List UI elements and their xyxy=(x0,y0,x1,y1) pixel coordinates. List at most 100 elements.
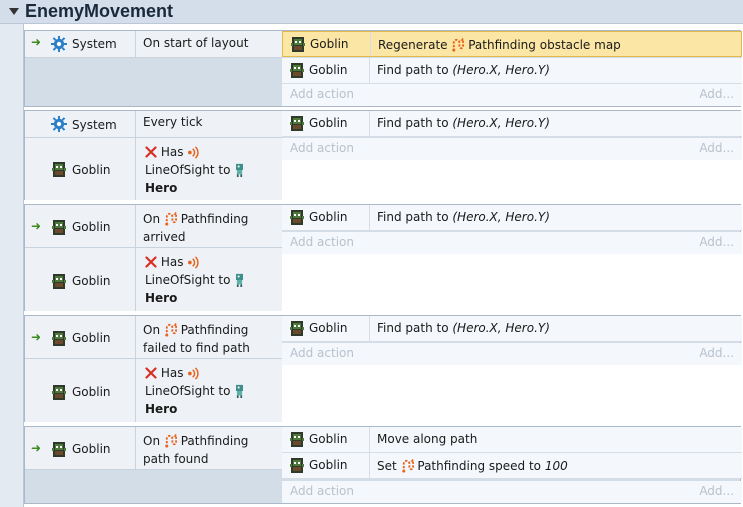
action-text[interactable]: Find path to (Hero.X, Hero.Y) xyxy=(377,116,550,130)
add-action-row[interactable]: Add action Add... xyxy=(282,232,742,254)
add-button[interactable]: Add... xyxy=(699,141,734,155)
add-action-link[interactable]: Add action xyxy=(290,484,354,498)
add-action-link[interactable]: Add action xyxy=(290,346,354,360)
pathfinding-behavior-icon xyxy=(451,37,464,52)
condition-object-cell[interactable]: ➜ Goblin xyxy=(25,427,136,469)
action-row[interactable]: Goblin Find path to (Hero.X, Hero.Y) xyxy=(282,316,742,342)
action-text[interactable]: Set Pathfinding speed to 100 xyxy=(377,458,568,473)
add-action-link[interactable]: Add action xyxy=(290,87,354,101)
condition-text[interactable]: Every tick xyxy=(143,111,278,137)
action-text[interactable]: Find path to (Hero.X, Hero.Y) xyxy=(377,321,550,335)
condition-object-name: Goblin xyxy=(72,442,111,456)
condition-row[interactable]: ➜ Goblin On Pathfinding failed to find p… xyxy=(25,316,282,359)
hero-sprite-icon xyxy=(234,163,245,177)
add-action-link[interactable]: Add action xyxy=(290,141,354,155)
condition-row[interactable]: Goblin Has LineOfSight to Hero xyxy=(25,359,282,422)
condition-text[interactable]: On Pathfinding failed to find path xyxy=(143,316,278,358)
action-object-cell[interactable]: Goblin xyxy=(282,58,370,83)
action-row[interactable]: Goblin Set Pathfinding speed to 100 xyxy=(282,453,742,479)
action-object-cell[interactable]: Goblin xyxy=(282,111,370,136)
goblin-sprite-icon xyxy=(52,385,66,400)
action-object-name: Goblin xyxy=(309,432,348,446)
action-object-cell[interactable]: Goblin xyxy=(282,205,370,230)
action-text[interactable]: Move along path xyxy=(377,432,477,446)
action-text[interactable]: Find path to (Hero.X, Hero.Y) xyxy=(377,63,550,77)
condition-row[interactable]: System Every tick xyxy=(25,111,282,138)
action-object-cell[interactable]: Goblin xyxy=(282,453,370,478)
condition-object-name: Goblin xyxy=(72,331,111,345)
condition-text[interactable]: On start of layout xyxy=(143,31,278,57)
goblin-sprite-icon xyxy=(291,37,305,52)
action-verb: Set xyxy=(377,459,397,473)
add-action-link[interactable]: Add action xyxy=(290,235,354,249)
event-block-3[interactable]: ➜ Goblin On Pathfinding arrived Goblin H… xyxy=(24,204,742,311)
add-button[interactable]: Add... xyxy=(699,484,734,498)
condition-row[interactable]: ➜ Goblin On Pathfinding arrived xyxy=(25,205,282,248)
event-group-header[interactable]: EnemyMovement xyxy=(0,0,743,24)
condition-object-name: Goblin xyxy=(72,220,111,234)
condition-object-cell[interactable]: System xyxy=(25,111,136,137)
action-row[interactable]: Goblin Regenerate Pathfinding obstacle m… xyxy=(282,31,742,57)
collapse-triangle-icon[interactable] xyxy=(9,8,19,15)
action-empty-area xyxy=(282,160,742,200)
add-button[interactable]: Add... xyxy=(699,87,734,101)
trigger-prefix: On xyxy=(143,212,161,226)
event-block-4[interactable]: ➜ Goblin On Pathfinding failed to find p… xyxy=(24,315,742,422)
add-action-row[interactable]: Add action Add... xyxy=(282,84,742,106)
x-icon xyxy=(145,146,157,158)
condition-behavior: LineOfSight to xyxy=(145,384,231,398)
condition-row[interactable]: ➜ Goblin On Pathfinding path found xyxy=(25,427,282,470)
condition-object-cell[interactable]: Goblin xyxy=(25,248,136,311)
condition-text[interactable]: On Pathfinding path found xyxy=(143,427,278,469)
action-object-cell[interactable]: Goblin xyxy=(282,316,370,341)
trigger-prefix: On xyxy=(143,323,161,337)
action-object-cell[interactable]: Goblin xyxy=(282,427,370,452)
condition-object-name: System xyxy=(72,118,117,132)
goblin-sprite-icon xyxy=(52,274,66,289)
event-block-2[interactable]: System Every tick Goblin Has LineOfSight… xyxy=(24,110,742,200)
condition-object-name: Goblin xyxy=(72,385,111,399)
trigger-suffix: failed to find path xyxy=(143,341,250,355)
action-param: (Hero.X, Hero.Y) xyxy=(452,116,550,130)
behavior-name: Pathfinding xyxy=(180,212,249,226)
action-row[interactable]: Goblin Move along path xyxy=(282,427,742,453)
add-action-row[interactable]: Add action Add... xyxy=(282,481,742,503)
condition-row[interactable]: ➜ System On start of layout xyxy=(25,31,282,58)
condition-param: Hero xyxy=(145,291,178,305)
event-block-1[interactable]: ➜ System On start of layout Goblin Regen… xyxy=(24,30,742,107)
event-block-5[interactable]: ➜ Goblin On Pathfinding path found Gobli… xyxy=(24,426,742,504)
add-button[interactable]: Add... xyxy=(699,346,734,360)
action-text[interactable]: Find path to (Hero.X, Hero.Y) xyxy=(377,210,550,224)
condition-param: Hero xyxy=(145,181,178,195)
trigger-arrow-icon: ➜ xyxy=(31,441,42,455)
action-object-cell[interactable]: Goblin xyxy=(283,32,371,56)
action-object-name: Goblin xyxy=(309,63,348,77)
action-text[interactable]: Regenerate Pathfinding obstacle map xyxy=(378,37,621,52)
goblin-sprite-icon xyxy=(290,63,304,78)
condition-object-cell[interactable]: ➜ System xyxy=(25,31,136,57)
action-object-name: Goblin xyxy=(309,210,348,224)
condition-object-cell[interactable]: ➜ Goblin xyxy=(25,205,136,247)
line-of-sight-icon xyxy=(187,256,202,269)
condition-verb: Has xyxy=(160,255,184,269)
condition-text[interactable]: Has LineOfSight to Hero xyxy=(145,248,278,311)
condition-text[interactable]: Has LineOfSight to Hero xyxy=(145,359,278,422)
action-param: (Hero.X, Hero.Y) xyxy=(452,63,550,77)
condition-row[interactable]: Goblin Has LineOfSight to Hero xyxy=(25,248,282,311)
condition-row[interactable]: Goblin Has LineOfSight to Hero xyxy=(25,138,282,200)
action-suffix: obstacle map xyxy=(539,38,621,52)
condition-text[interactable]: Has LineOfSight to Hero xyxy=(145,138,278,200)
condition-object-cell[interactable]: Goblin xyxy=(25,359,136,422)
condition-text[interactable]: On Pathfinding arrived xyxy=(143,205,278,247)
pathfinding-behavior-icon xyxy=(164,433,177,448)
add-action-row[interactable]: Add action Add... xyxy=(282,138,742,160)
condition-object-cell[interactable]: ➜ Goblin xyxy=(25,316,136,358)
action-row[interactable]: Goblin Find path to (Hero.X, Hero.Y) xyxy=(282,205,742,231)
action-row[interactable]: Goblin Find path to (Hero.X, Hero.Y) xyxy=(282,111,742,137)
condition-object-cell[interactable]: Goblin xyxy=(25,138,136,200)
condition-object-name: Goblin xyxy=(72,274,111,288)
behavior-name: Pathfinding xyxy=(417,459,486,473)
add-button[interactable]: Add... xyxy=(699,235,734,249)
action-row[interactable]: Goblin Find path to (Hero.X, Hero.Y) xyxy=(282,58,742,84)
add-action-row[interactable]: Add action Add... xyxy=(282,343,742,365)
